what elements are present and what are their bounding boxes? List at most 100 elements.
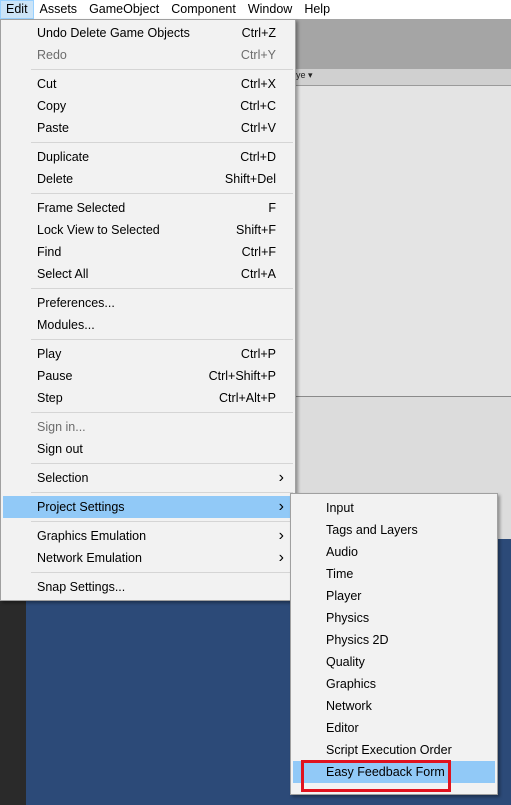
submenu-item-time[interactable]: Time: [293, 563, 495, 585]
menu-item-project-settings[interactable]: Project Settings ›: [3, 496, 293, 518]
menu-item-label: Snap Settings...: [37, 580, 126, 594]
submenu-item-script-execution-order[interactable]: Script Execution Order: [293, 739, 495, 761]
menu-item-shortcut: Ctrl+X: [240, 77, 276, 91]
menu-item-find[interactable]: Find Ctrl+F: [3, 241, 293, 263]
menu-item-graphics-emulation[interactable]: Graphics Emulation ›: [3, 525, 293, 547]
menu-item-pause[interactable]: Pause Ctrl+Shift+P: [3, 365, 293, 387]
menu-separator: [31, 572, 293, 573]
menu-item-label: Network Emulation: [37, 551, 142, 565]
submenu-item-physics[interactable]: Physics: [293, 607, 495, 629]
menu-bar: Edit Assets GameObject Component Window …: [0, 0, 511, 19]
editor-tab-strip: [296, 69, 511, 86]
menu-item-step[interactable]: Step Ctrl+Alt+P: [3, 387, 293, 409]
menu-item-label: Undo Delete Game Objects: [37, 26, 190, 40]
menu-item-shortcut: Ctrl+C: [240, 99, 276, 113]
menu-item-shortcut: Ctrl+F: [241, 245, 276, 259]
menu-help[interactable]: Help: [298, 0, 336, 19]
menu-item-shortcut: Shift+F: [236, 223, 276, 237]
menu-item-label: Modules...: [37, 318, 95, 332]
editor-panel: [296, 86, 511, 396]
edit-menu: Undo Delete Game Objects Ctrl+Z Redo Ctrl+Y…: [0, 19, 296, 601]
menu-item-label: Step: [37, 391, 63, 405]
submenu-list: Input Tags and Layers Audio Time Player Physi…: [291, 494, 497, 783]
menu-item-label: Duplicate: [37, 150, 90, 164]
editor-toolbar: [296, 19, 511, 69]
menu-separator: [31, 69, 293, 70]
menu-item-lock-view-to-selected[interactable]: Lock View to Selected Shift+F: [3, 219, 293, 241]
menu-item-shortcut: Ctrl+D: [240, 150, 276, 164]
menu-item-label: Lock View to Selected: [37, 223, 160, 237]
menu-item-shortcut: Ctrl+Shift+P: [208, 369, 276, 383]
menu-item-copy[interactable]: Copy Ctrl+C: [3, 95, 293, 117]
menu-item-shortcut: Ctrl+V: [240, 121, 276, 135]
menu-item-shortcut: Ctrl+Y: [240, 48, 276, 62]
chevron-right-icon: ›: [278, 498, 284, 515]
chevron-right-icon: ›: [278, 527, 284, 544]
menu-item-preferences[interactable]: Preferences...: [3, 292, 293, 314]
menu-item-sign-in[interactable]: Sign in...: [3, 416, 293, 438]
menu-separator: [31, 521, 293, 522]
menu-item-play[interactable]: Play Ctrl+P: [3, 343, 293, 365]
menu-item-label: Sign out: [37, 442, 83, 456]
menu-separator: [31, 492, 293, 493]
menu-separator: [31, 142, 293, 143]
submenu-item-graphics[interactable]: Graphics: [293, 673, 495, 695]
menu-item-label: Pause: [37, 369, 73, 383]
menu-item-label: Preferences...: [37, 296, 115, 310]
menu-item-sign-out[interactable]: Sign out: [3, 438, 293, 460]
submenu-item-physics-2d[interactable]: Physics 2D: [293, 629, 495, 651]
menu-window[interactable]: Window: [242, 0, 298, 19]
menu-item-label: Find: [37, 245, 62, 259]
menu-item-label: Selection: [37, 471, 89, 485]
menu-item-undo-delete-game-objects[interactable]: Undo Delete Game Objects Ctrl+Z: [3, 22, 293, 44]
menu-item-duplicate[interactable]: Duplicate Ctrl+D: [3, 146, 293, 168]
menu-item-label: Copy: [37, 99, 67, 113]
menu-item-label: Sign in...: [37, 420, 86, 434]
menu-separator: [31, 339, 293, 340]
tab-fragment[interactable]: ye ▾: [296, 70, 313, 81]
submenu-item-input[interactable]: Input: [293, 497, 495, 519]
menu-item-shortcut: Ctrl+Z: [241, 26, 276, 40]
menu-item-label: Project Settings: [37, 500, 125, 514]
menu-item-shortcut: Ctrl+P: [240, 347, 276, 361]
menu-item-label: Cut: [37, 77, 57, 91]
submenu-item-editor[interactable]: Editor: [293, 717, 495, 739]
menu-item-paste[interactable]: Paste Ctrl+V: [3, 117, 293, 139]
submenu-item-tags-and-layers[interactable]: Tags and Layers: [293, 519, 495, 541]
menu-item-label: Graphics Emulation: [37, 529, 147, 543]
menu-gameobject[interactable]: GameObject: [83, 0, 165, 19]
menu-edit[interactable]: Edit: [0, 0, 34, 19]
menu-item-label: Select All: [37, 267, 89, 281]
menu-item-label: Delete: [37, 172, 74, 186]
submenu-item-network[interactable]: Network: [293, 695, 495, 717]
menu-item-modules[interactable]: Modules...: [3, 314, 293, 336]
menu-item-shortcut: Ctrl+A: [240, 267, 276, 281]
menu-separator: [31, 288, 293, 289]
submenu-item-audio[interactable]: Audio: [293, 541, 495, 563]
menu-item-label: Redo: [37, 48, 67, 62]
menu-item-label: Frame Selected: [37, 201, 126, 215]
menu-item-label: Play: [37, 347, 62, 361]
menu-item-delete[interactable]: Delete Shift+Del: [3, 168, 293, 190]
chevron-right-icon: ›: [278, 549, 284, 566]
submenu-item-player[interactable]: Player: [293, 585, 495, 607]
menu-item-selection[interactable]: Selection ›: [3, 467, 293, 489]
menu-item-network-emulation[interactable]: Network Emulation ›: [3, 547, 293, 569]
menu-separator: [31, 193, 293, 194]
menu-item-frame-selected[interactable]: Frame Selected F: [3, 197, 293, 219]
menu-item-redo[interactable]: Redo Ctrl+Y: [3, 44, 293, 66]
menu-item-shortcut: Ctrl+Alt+P: [219, 391, 276, 405]
submenu-item-quality[interactable]: Quality: [293, 651, 495, 673]
annotation-highlight-box: [301, 760, 451, 792]
menu-component[interactable]: Component: [165, 0, 242, 19]
menu-item-label: Paste: [37, 121, 69, 135]
menu-separator: [31, 463, 293, 464]
menu-item-shortcut: Shift+Del: [224, 172, 276, 186]
menu-item-cut[interactable]: Cut Ctrl+X: [3, 73, 293, 95]
edit-menu-list: Undo Delete Game Objects Ctrl+Z Redo Ctrl+Y…: [1, 20, 295, 598]
chevron-right-icon: ›: [278, 469, 284, 486]
menu-item-snap-settings[interactable]: Snap Settings...: [3, 576, 293, 598]
menu-assets[interactable]: Assets: [34, 0, 84, 19]
project-settings-submenu: Input Tags and Layers Audio Time Player Physi…: [290, 493, 498, 795]
menu-item-select-all[interactable]: Select All Ctrl+A: [3, 263, 293, 285]
